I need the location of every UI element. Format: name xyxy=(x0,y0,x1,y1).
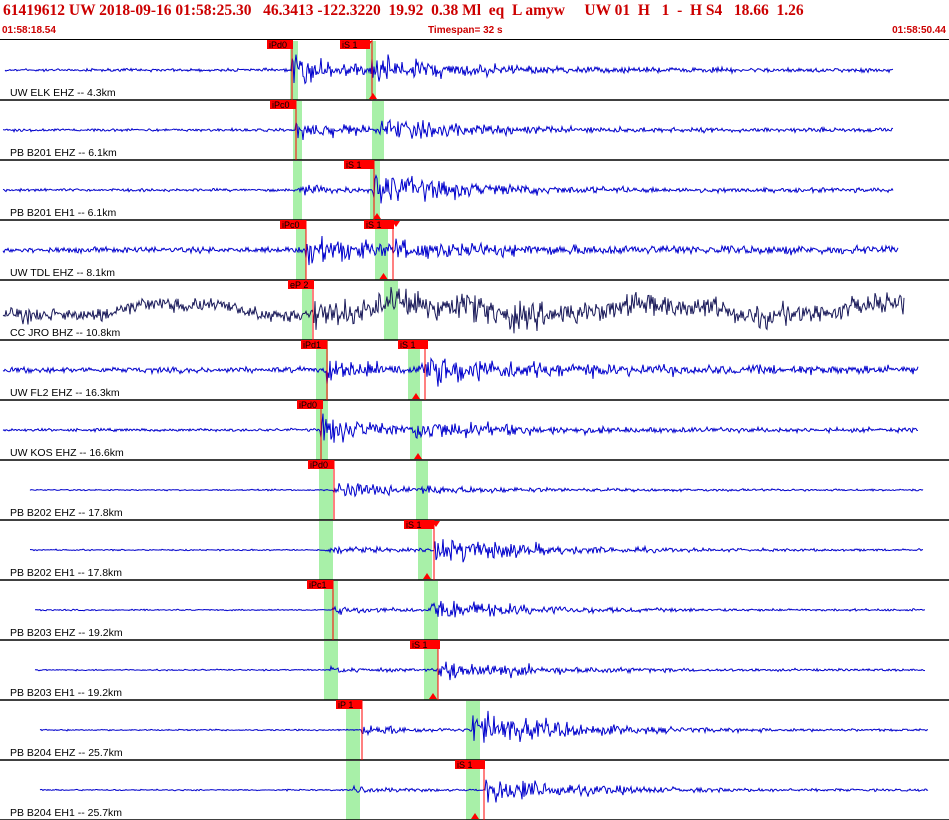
waveform-trace xyxy=(29,539,924,563)
traces xyxy=(2,54,929,803)
s-pick-label: iS 1 xyxy=(346,160,362,170)
waveform-trace xyxy=(2,413,919,443)
waveform-trace xyxy=(34,600,925,618)
s-pick-label: iS 1 xyxy=(412,640,428,650)
s-window-band xyxy=(410,401,422,460)
channel-label: PB B201 EH1 -- 6.1km xyxy=(10,207,116,219)
channel-labels: UW ELK EHZ -- 4.3km PB B201 EHZ -- 6.1km P… xyxy=(10,87,124,819)
s-pick-label: iS 1 xyxy=(400,340,416,350)
waveform-trace xyxy=(2,287,905,334)
s-pick-label: iS 1 xyxy=(342,40,358,50)
channel-label: UW KOS EHZ -- 16.6km xyxy=(10,447,124,459)
waveform-trace xyxy=(39,710,928,743)
channel-label: PB B201 EHZ -- 6.1km xyxy=(10,147,117,159)
p-window-band xyxy=(324,641,338,700)
channel-label: PB B202 EHZ -- 17.8km xyxy=(10,507,123,519)
p-pick-label: iPc0 xyxy=(282,220,300,230)
channel-label: CC JRO BHZ -- 10.8km xyxy=(10,327,121,339)
p-pick-label: iPd0 xyxy=(310,460,328,470)
p-pick-label: iPc0 xyxy=(272,100,290,110)
waveform-trace xyxy=(2,174,894,204)
s-pick-label: iS 1 xyxy=(457,760,473,770)
waveform-trace xyxy=(34,661,926,681)
s-pick-label: iS 1 xyxy=(366,220,382,230)
waveform-trace xyxy=(29,483,924,498)
channel-label: UW TDL EHZ -- 8.1km xyxy=(10,267,115,279)
p-pick-label: iPd0 xyxy=(299,400,317,410)
s-pick-label: iS 1 xyxy=(406,520,422,530)
channel-label: PB B204 EH1 -- 25.7km xyxy=(10,807,122,819)
waveform-trace xyxy=(4,54,894,85)
seismogram-panel: iPd0 iS 1 iPc0 iS 1 iPc0 iS 1 eP 2 iPd1 iS 1 iPd0… xyxy=(0,40,949,820)
channel-label: PB B203 EH1 -- 19.2km xyxy=(10,687,122,699)
waveform-trace xyxy=(2,356,919,387)
channel-label: PB B204 EHZ -- 25.7km xyxy=(10,747,123,759)
s-window-band xyxy=(466,701,480,760)
p-pick-label: eP 2 xyxy=(290,280,308,290)
waveform-trace xyxy=(2,235,899,266)
waveform-trace xyxy=(2,118,894,140)
channel-label: UW FL2 EHZ -- 16.3km xyxy=(10,387,120,399)
p-pick-label: iPc1 xyxy=(309,580,327,590)
p-pick-label: iP 1 xyxy=(338,700,353,710)
channel-label: PB B202 EH1 -- 17.8km xyxy=(10,567,122,579)
channel-label: UW ELK EHZ -- 4.3km xyxy=(10,87,116,99)
p-pick-label: iPd0 xyxy=(269,40,287,50)
channel-label: PB B203 EHZ -- 19.2km xyxy=(10,627,123,639)
p-pick-label: iPd1 xyxy=(303,340,321,350)
